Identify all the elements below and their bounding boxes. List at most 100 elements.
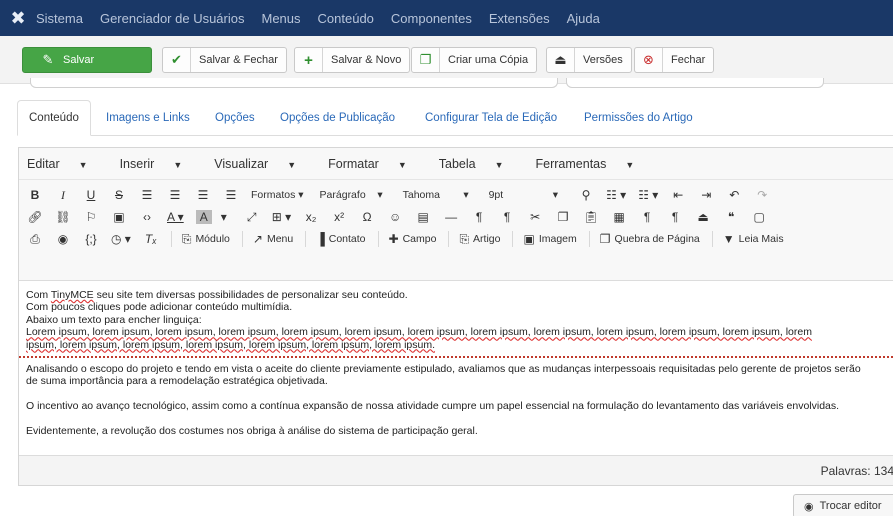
menu-components[interactable]: Componentes: [391, 11, 472, 26]
insert-datetime-icon[interactable]: ◷ ▾: [111, 232, 131, 246]
field-button[interactable]: ✚ Campo: [389, 232, 437, 246]
tab-permissions[interactable]: Permissões do Artigo: [573, 100, 704, 136]
paste-icon[interactable]: 📋︎: [583, 210, 599, 224]
tab-publishing[interactable]: Opções de Publicação: [269, 100, 406, 136]
menu-menus[interactable]: Menus: [262, 11, 301, 26]
action-toolbar: ✎ Salvar ✔ Salvar & Fechar + Salvar & No…: [0, 36, 893, 84]
file-add-icon: ⎘: [459, 231, 470, 246]
caret-down-icon: ▼: [287, 159, 297, 170]
image-icon[interactable]: ▣: [111, 210, 127, 224]
readmore-label: Leia Mais: [738, 233, 784, 245]
menu-system[interactable]: Sistema: [36, 11, 83, 26]
code-icon[interactable]: ‹›: [139, 210, 155, 224]
align-justify-icon[interactable]: ☰: [223, 188, 239, 202]
tab-images-links[interactable]: Imagens e Links: [95, 100, 201, 136]
align-right-icon[interactable]: ☰: [195, 188, 211, 202]
menu-edit[interactable]: Editar ▼: [27, 157, 104, 171]
undo-icon[interactable]: ↶: [726, 188, 742, 202]
print-icon[interactable]: ⎙: [27, 232, 43, 247]
editor-content-area[interactable]: Com TinyMCE seu site tem diversas possib…: [19, 281, 893, 459]
indent-icon[interactable]: ⇥: [698, 188, 714, 202]
superscript-icon[interactable]: x²: [331, 210, 347, 224]
italic-icon[interactable]: I: [55, 188, 71, 203]
outdent-icon[interactable]: ⇤: [670, 188, 686, 202]
menu-table[interactable]: Tabela ▼: [439, 157, 520, 171]
bold-icon[interactable]: B: [27, 188, 43, 202]
media-icon[interactable]: ▤: [415, 210, 431, 224]
paste-text-icon[interactable]: ▦: [611, 210, 627, 224]
toolbar-separator: [448, 231, 450, 247]
align-center-icon[interactable]: ☰: [167, 188, 183, 202]
tab-editor-config[interactable]: Configurar Tela de Edição: [414, 100, 568, 136]
menu-help[interactable]: Ajuda: [567, 11, 600, 26]
share-icon: ↗: [252, 232, 263, 246]
preview-icon[interactable]: ▢: [751, 210, 767, 224]
clear-formatting-icon[interactable]: Tₓ: [143, 232, 159, 246]
toolbar-row-3: ⎙ ◉ {;} ◷ ▾ Tₓ ⎘ Módulo ↗ Menu ▐ Contato ✚ C…: [19, 228, 893, 250]
save-new-button[interactable]: + Salvar & Novo: [294, 47, 411, 73]
bullet-list-icon[interactable]: ☷ ▾: [606, 188, 626, 202]
blockquote-icon[interactable]: ❝: [723, 210, 739, 224]
table-icon[interactable]: ⊞ ▾: [272, 210, 291, 224]
rtl-icon[interactable]: ¶: [499, 210, 515, 224]
tab-content[interactable]: Conteúdo: [17, 100, 91, 136]
bg-color-caret-icon[interactable]: ▾: [216, 210, 232, 224]
formats-select[interactable]: Formatos ▾: [251, 189, 304, 201]
save-copy-button[interactable]: ❐ Criar uma Cópia: [411, 47, 538, 73]
tab-options[interactable]: Opções: [204, 100, 266, 136]
menu-users[interactable]: Gerenciador de Usuários: [100, 11, 245, 26]
contact-button[interactable]: ▐ Contato: [316, 232, 365, 246]
save-close-button[interactable]: ✔ Salvar & Fechar: [162, 47, 287, 73]
save-button[interactable]: ✎ Salvar: [22, 47, 152, 73]
article-button[interactable]: ⎘ Artigo: [459, 232, 500, 247]
visual-chars-icon[interactable]: ¶: [639, 210, 655, 224]
block-format-select[interactable]: Parágrafo ▾: [320, 189, 383, 201]
template-icon[interactable]: ⏏: [695, 210, 711, 224]
redo-icon[interactable]: ↷: [754, 188, 770, 202]
font-size-select[interactable]: 9pt ▾: [489, 189, 558, 201]
anchor-icon[interactable]: ⚐: [83, 210, 99, 224]
pagebreak-button[interactable]: ❐ Quebra de Página: [600, 232, 700, 246]
archive-icon: ⏏: [547, 48, 575, 72]
menu-view[interactable]: Visualizar ▼: [214, 157, 312, 171]
unlink-icon[interactable]: ⛓: [55, 210, 71, 224]
font-family-select[interactable]: Tahoma ▾: [403, 189, 469, 201]
module-button[interactable]: ⎘ Módulo: [182, 232, 230, 247]
ltr-icon[interactable]: ¶: [471, 210, 487, 224]
menu-content[interactable]: Conteúdo: [318, 11, 374, 26]
joomla-logo-icon[interactable]: ✖: [0, 0, 36, 36]
close-button[interactable]: ⊗ Fechar: [634, 47, 715, 73]
page-break-marker: [19, 356, 893, 359]
cut-icon[interactable]: ✂: [527, 210, 543, 224]
fullscreen-icon[interactable]: ⤢: [244, 210, 260, 225]
menu-tools[interactable]: Ferramentas ▼: [536, 157, 651, 171]
special-char-icon[interactable]: Ω: [359, 210, 375, 224]
menu-format[interactable]: Formatar ▼: [328, 157, 423, 171]
preview-eye-icon[interactable]: ◉: [55, 232, 71, 246]
numbered-list-icon[interactable]: ☷ ▾: [638, 188, 658, 202]
underline-icon[interactable]: U: [83, 188, 99, 202]
link-icon[interactable]: 🔗︎: [27, 210, 43, 224]
subscript-icon[interactable]: x₂: [303, 210, 319, 224]
readmore-button[interactable]: ▼ Leia Mais: [723, 232, 784, 246]
visual-blocks-icon[interactable]: ¶: [667, 210, 683, 224]
align-left-icon[interactable]: ☰: [139, 188, 155, 202]
code-sample-icon[interactable]: {;}: [83, 232, 99, 246]
versions-button[interactable]: ⏏ Versões: [546, 47, 632, 73]
horizontal-rule-icon[interactable]: —: [443, 210, 459, 224]
menu-extensions[interactable]: Extensões: [489, 11, 550, 26]
content-line: Abaixo um texto para encher linguiça:: [26, 313, 202, 326]
copy-icon[interactable]: ❐: [555, 210, 571, 224]
toggle-editor-button[interactable]: ◉ Trocar editor: [793, 494, 893, 516]
emoticons-icon[interactable]: ☺: [387, 210, 403, 224]
background-color-icon[interactable]: A: [195, 210, 212, 224]
find-replace-icon[interactable]: ⚲: [578, 188, 594, 202]
image-button[interactable]: ▣ Imagem: [523, 232, 576, 246]
content-line: O incentivo ao avanço tecnológico, assim…: [26, 400, 840, 413]
strikethrough-icon[interactable]: S: [111, 188, 127, 202]
contact-label: Contato: [328, 233, 366, 245]
menu-edit-label: Editar: [27, 156, 60, 171]
menu-button[interactable]: ↗ Menu: [253, 232, 293, 246]
menu-insert[interactable]: Inserir ▼: [120, 157, 199, 171]
text-color-icon[interactable]: A ▾: [167, 210, 184, 224]
